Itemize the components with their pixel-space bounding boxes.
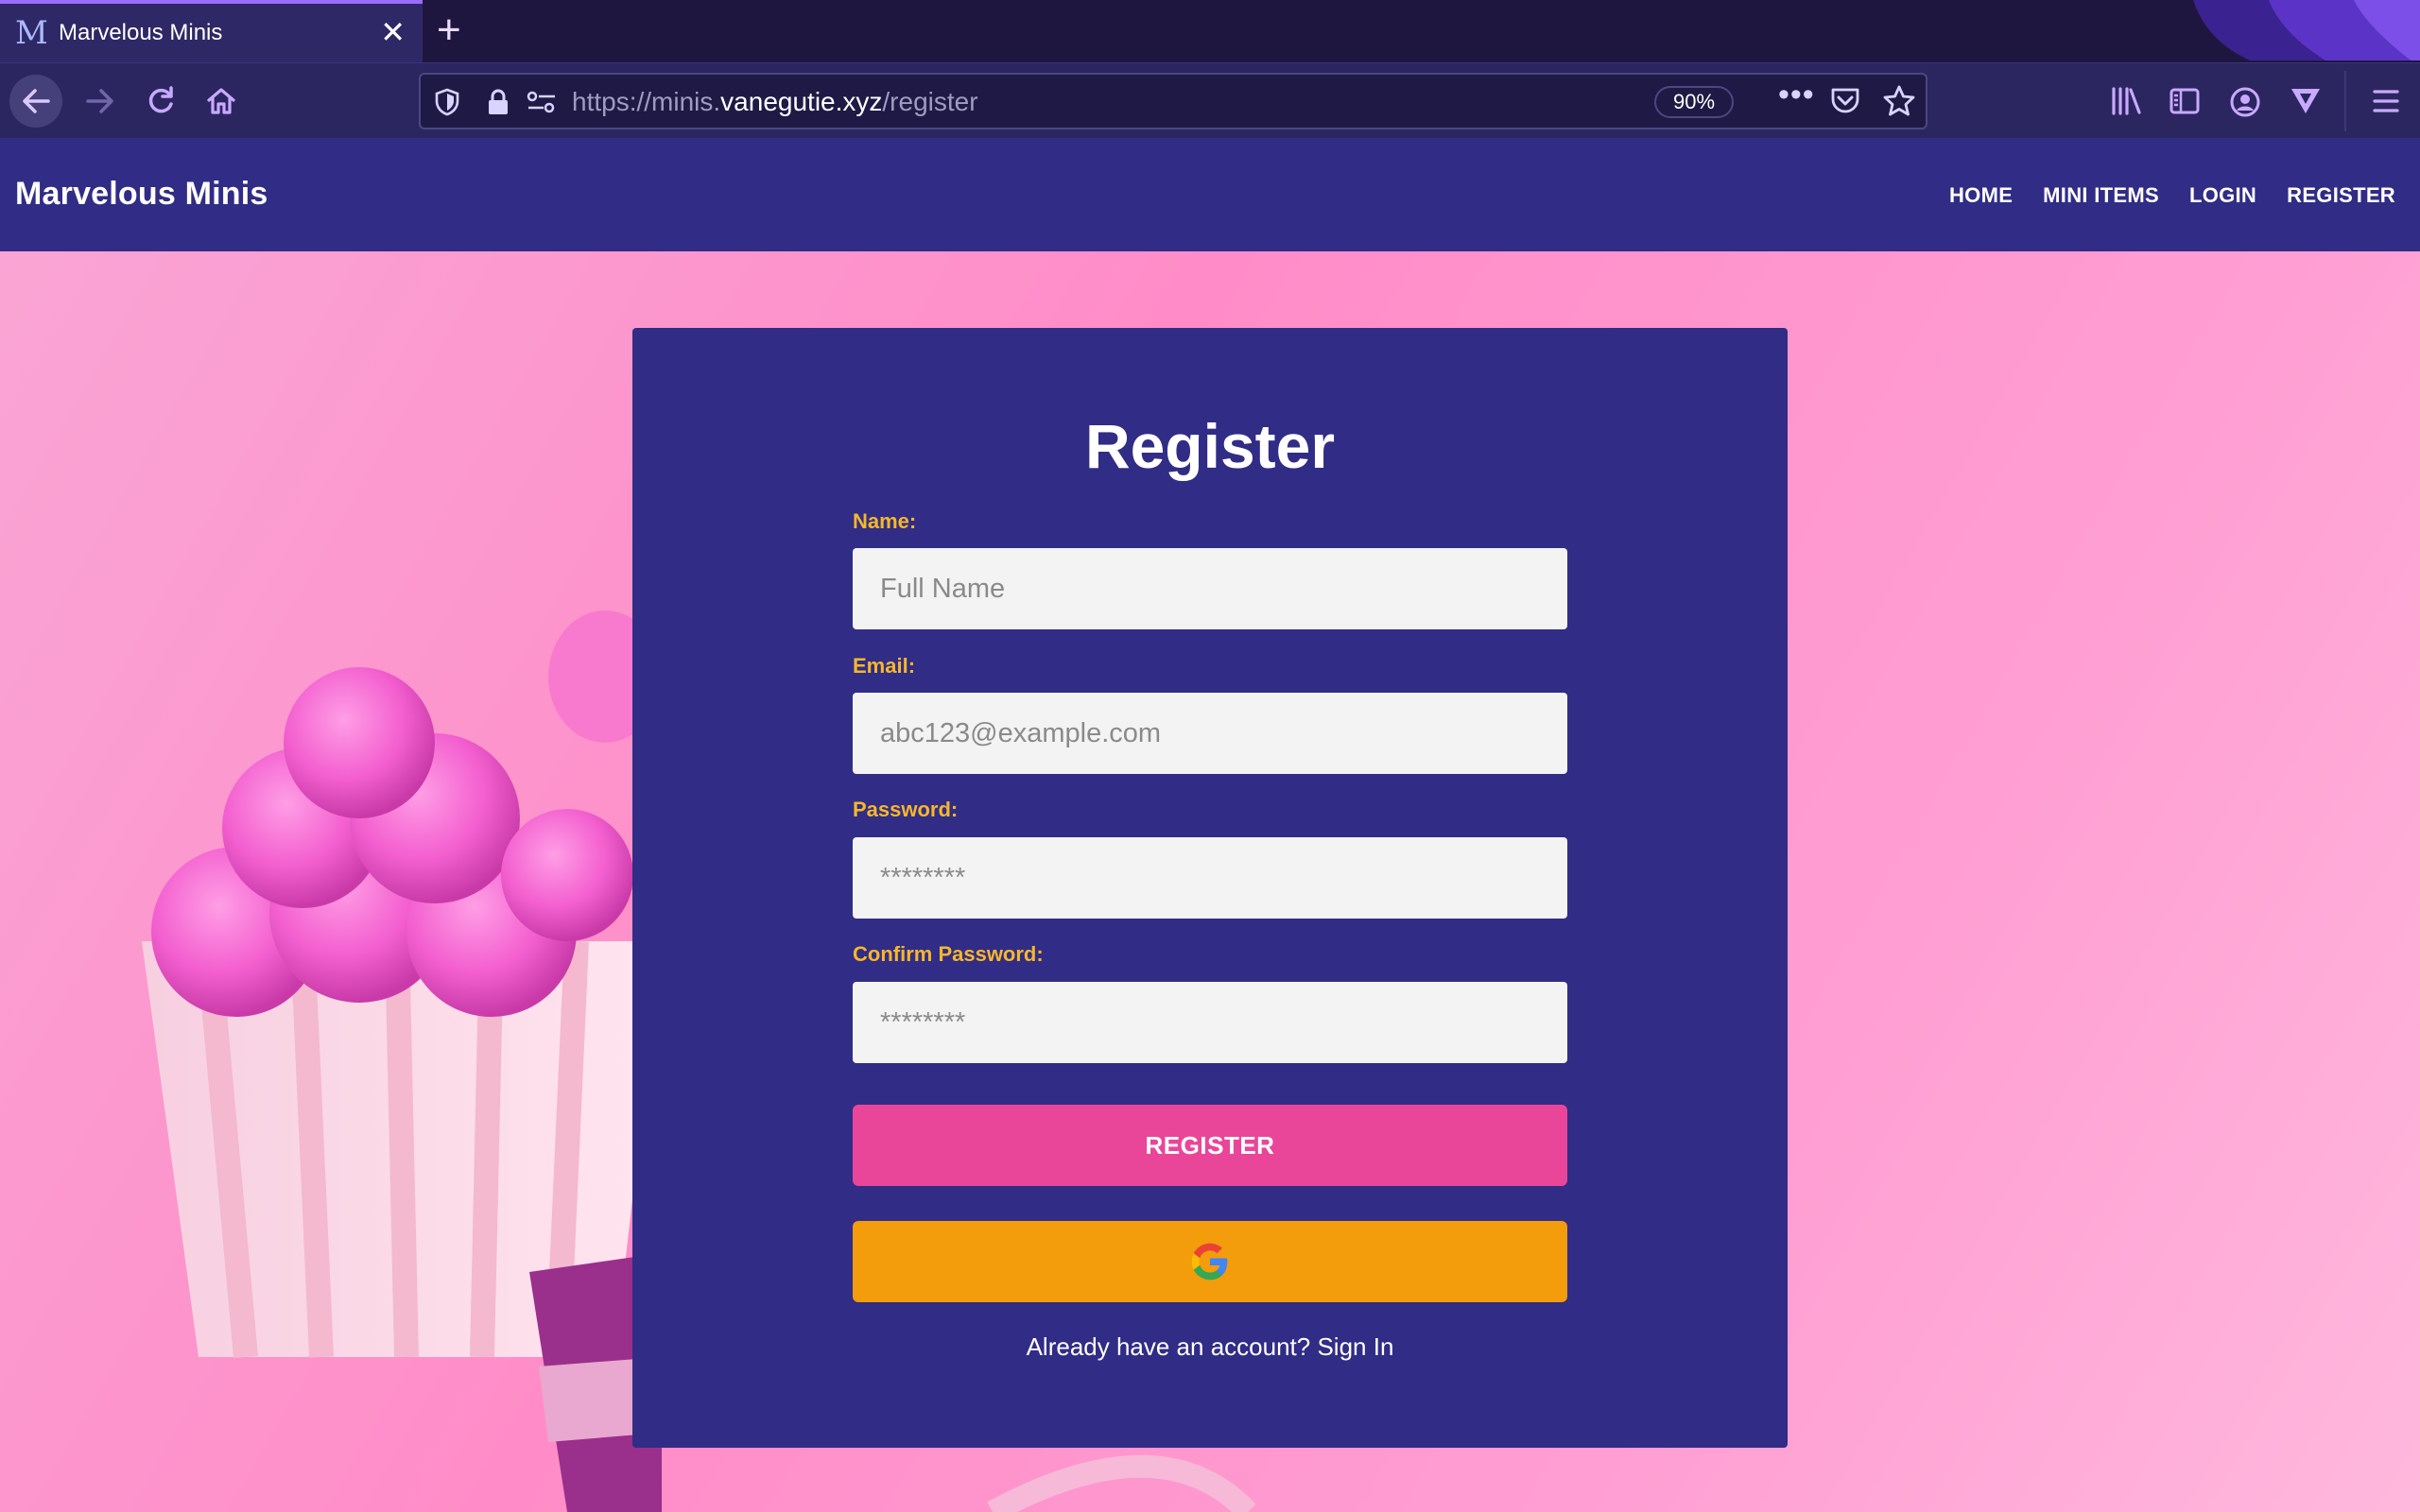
confirm-password-field[interactable] bbox=[853, 982, 1567, 1063]
reload-button[interactable] bbox=[134, 75, 187, 128]
name-field[interactable] bbox=[853, 548, 1567, 629]
permissions-icon[interactable] bbox=[527, 88, 557, 116]
shield-icon[interactable] bbox=[434, 88, 460, 116]
forward-button[interactable] bbox=[74, 75, 127, 128]
page-title: Register bbox=[1084, 411, 1336, 481]
password-field[interactable] bbox=[853, 837, 1567, 919]
menu-icon[interactable] bbox=[2371, 86, 2401, 116]
close-tab-icon[interactable]: ✕ bbox=[380, 15, 406, 49]
url-host: vanegutie.xyz bbox=[720, 87, 883, 116]
signin-link[interactable]: Already have an account? Sign In bbox=[632, 1332, 1788, 1362]
star-icon[interactable] bbox=[1882, 84, 1916, 118]
sidebar-icon[interactable] bbox=[2169, 86, 2201, 116]
email-field[interactable] bbox=[853, 693, 1567, 774]
register-card: Register Name: Email: Password: Confirm … bbox=[632, 328, 1788, 1448]
tab-title: Marvelous Minis bbox=[59, 20, 223, 45]
back-button[interactable] bbox=[9, 75, 62, 128]
url-text[interactable]: https://minis.vanegutie.xyz/register bbox=[572, 87, 978, 117]
browser-toolbar: https://minis.vanegutie.xyz/register 90%… bbox=[0, 62, 2420, 138]
google-icon bbox=[1191, 1243, 1228, 1280]
site-brand[interactable]: Marvelous Minis bbox=[15, 176, 268, 213]
toolbar-separator bbox=[2344, 71, 2346, 131]
site-header: Marvelous Minis HOME MINI ITEMS LOGIN RE… bbox=[0, 138, 2420, 251]
home-icon bbox=[207, 88, 235, 114]
extension-icon[interactable] bbox=[2290, 86, 2322, 116]
tab-bar: M Marvelous Minis ✕ + bbox=[0, 0, 2420, 62]
url-prefix: https://minis. bbox=[572, 87, 721, 116]
site-nav: HOME MINI ITEMS LOGIN REGISTER bbox=[1949, 183, 2395, 208]
nav-home[interactable]: HOME bbox=[1949, 183, 2013, 208]
more-icon[interactable]: ••• bbox=[1778, 77, 1815, 113]
active-tab[interactable]: M Marvelous Minis ✕ bbox=[0, 0, 423, 62]
pocket-icon[interactable] bbox=[1829, 86, 1861, 116]
lock-icon[interactable] bbox=[487, 88, 510, 116]
email-label: Email: bbox=[853, 654, 916, 678]
zoom-indicator[interactable]: 90% bbox=[1654, 86, 1734, 118]
register-button[interactable]: REGISTER bbox=[853, 1105, 1567, 1186]
library-icon[interactable] bbox=[2110, 86, 2142, 116]
confirm-password-label: Confirm Password: bbox=[853, 942, 1044, 966]
nav-mini-items[interactable]: MINI ITEMS bbox=[2043, 183, 2159, 208]
google-signin-button[interactable] bbox=[853, 1221, 1567, 1302]
web-page: Marvelous Minis HOME MINI ITEMS LOGIN RE… bbox=[0, 138, 2420, 1512]
address-bar[interactable]: https://minis.vanegutie.xyz/register 90%… bbox=[419, 73, 1927, 129]
url-path: /register bbox=[882, 87, 978, 116]
nav-register[interactable]: REGISTER bbox=[2287, 183, 2395, 208]
reload-icon bbox=[148, 86, 173, 113]
nav-login[interactable]: LOGIN bbox=[2189, 183, 2256, 208]
forward-icon bbox=[86, 89, 113, 113]
theme-decoration bbox=[2193, 0, 2420, 60]
tab-favicon: M bbox=[15, 14, 48, 52]
home-button[interactable] bbox=[195, 75, 248, 128]
new-tab-icon[interactable]: + bbox=[437, 9, 461, 51]
account-icon[interactable] bbox=[2229, 86, 2261, 118]
name-label: Name: bbox=[853, 509, 917, 533]
back-icon bbox=[23, 89, 50, 113]
password-label: Password: bbox=[853, 798, 959, 821]
